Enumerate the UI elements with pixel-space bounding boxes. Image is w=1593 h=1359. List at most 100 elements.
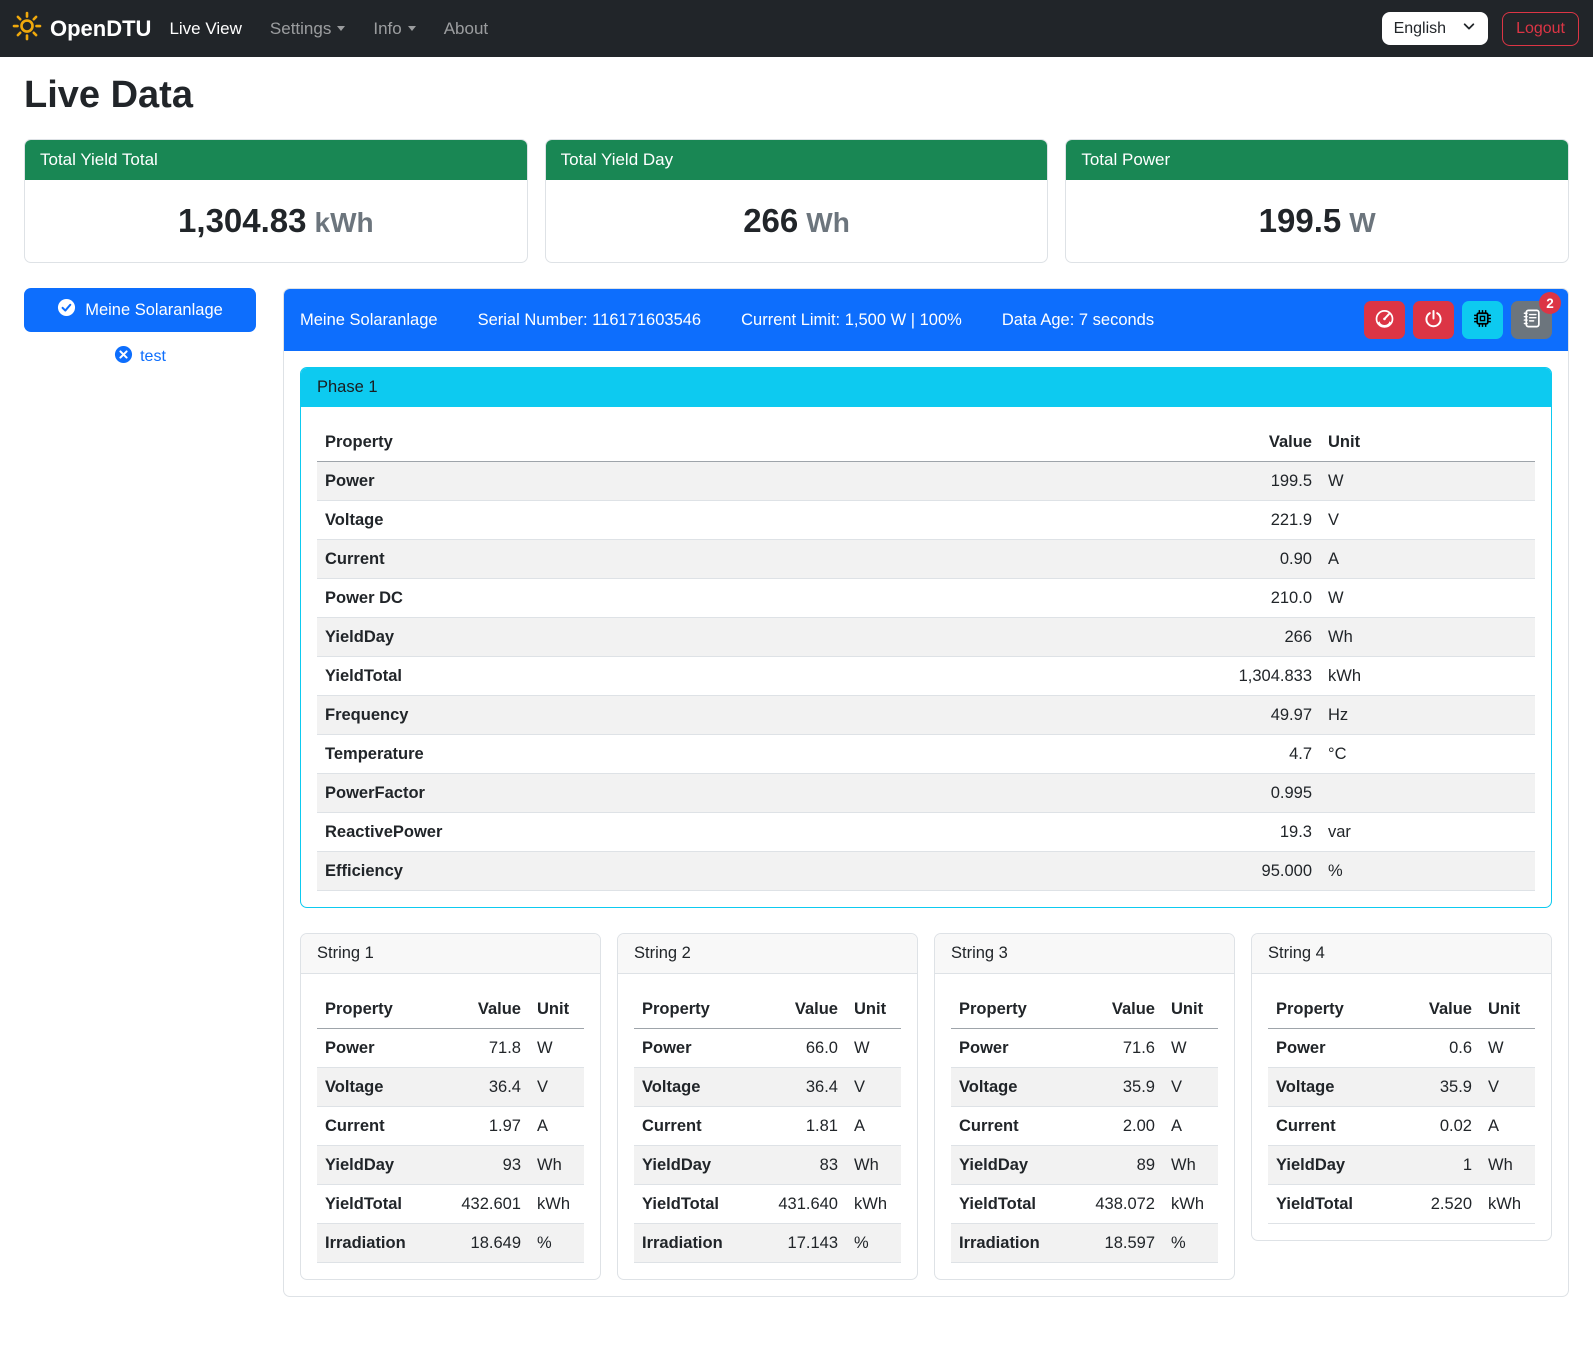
property-cell: YieldTotal — [951, 1185, 1068, 1224]
column-value: Value — [1068, 990, 1163, 1029]
string-table-body: Power71.6WVoltage35.9VCurrent2.00AYieldD… — [951, 1029, 1218, 1263]
inverter-selected-label: Meine Solaranlage — [85, 301, 223, 320]
chevron-down-icon — [337, 26, 345, 31]
table-row: YieldDay89Wh — [951, 1146, 1218, 1185]
summary-card-total-power: Total Power 199.5W — [1065, 139, 1569, 263]
table-header-row: Property Value Unit — [634, 990, 901, 1029]
table-row: YieldTotal432.601kWh — [317, 1185, 584, 1224]
summary-value: 266 — [743, 202, 798, 239]
property-cell: Current — [951, 1107, 1068, 1146]
unit-cell: A — [846, 1107, 901, 1146]
property-cell: Current — [317, 540, 1170, 579]
summary-unit: kWh — [315, 207, 374, 238]
string-card-body: Property Value Unit Power0.6WVoltage35.9… — [1252, 974, 1551, 1240]
table-row: YieldDay266Wh — [317, 618, 1535, 657]
property-cell: Irradiation — [951, 1224, 1068, 1263]
summary-card-body: 1,304.83kWh — [25, 180, 527, 262]
value-cell: 71.6 — [1068, 1029, 1163, 1068]
table-row: Temperature4.7°C — [317, 735, 1535, 774]
summary-card-total-yield-day: Total Yield Day 266Wh — [545, 139, 1049, 263]
device-info-button[interactable] — [1462, 301, 1503, 339]
brand[interactable]: OpenDTU — [12, 11, 151, 46]
language-select-value: English — [1394, 20, 1446, 38]
property-cell: Voltage — [634, 1068, 751, 1107]
value-cell: 1.97 — [434, 1107, 529, 1146]
unit-cell: % — [1163, 1224, 1218, 1263]
summary-card-body: 266 Wh — [546, 180, 1048, 262]
inverter-panel: Meine Solaranlage Serial Number: 1161716… — [283, 288, 1569, 1297]
string-card-body: Property Value Unit Power66.0WVoltage36.… — [618, 974, 917, 1279]
string-table: Property Value Unit Power0.6WVoltage35.9… — [1268, 990, 1535, 1224]
unit-cell: V — [846, 1068, 901, 1107]
string-table-head: Property Value Unit — [951, 990, 1218, 1029]
property-cell: Power — [951, 1029, 1068, 1068]
inverter-actions: 2 — [1364, 301, 1552, 339]
column-unit: Unit — [1320, 423, 1535, 462]
property-cell: YieldTotal — [1268, 1185, 1385, 1224]
property-cell: Current — [1268, 1107, 1385, 1146]
summary-unit: Wh — [806, 207, 850, 238]
table-row: Current2.00A — [951, 1107, 1218, 1146]
property-cell: Voltage — [1268, 1068, 1385, 1107]
table-header-row: Property Value Unit — [951, 990, 1218, 1029]
property-cell: Current — [634, 1107, 751, 1146]
value-cell: 432.601 — [434, 1185, 529, 1224]
power-icon — [1423, 308, 1444, 332]
value-cell: 210.0 — [1170, 579, 1320, 618]
table-row: PowerFactor0.995 — [317, 774, 1535, 813]
property-cell: YieldDay — [317, 1146, 434, 1185]
power-button[interactable] — [1413, 301, 1454, 339]
inverter-limit: Current Limit: 1,500 W | 100% — [741, 311, 962, 330]
brand-name: OpenDTU — [50, 16, 151, 42]
content-row: Meine Solaranlage test Meine Solaranlage… — [24, 288, 1569, 1297]
string-table: Property Value Unit Power71.8WVoltage36.… — [317, 990, 584, 1263]
logout-button[interactable]: Logout — [1502, 12, 1579, 46]
language-select[interactable]: English — [1382, 12, 1488, 45]
summary-card-body: 199.5W — [1066, 180, 1568, 262]
property-cell: Frequency — [317, 696, 1170, 735]
unit-cell — [1320, 774, 1535, 813]
value-cell: 93 — [434, 1146, 529, 1185]
sun-logo-icon — [12, 11, 42, 46]
nav-item-about[interactable]: About — [444, 19, 488, 39]
unit-cell: W — [846, 1029, 901, 1068]
value-cell: 35.9 — [1385, 1068, 1480, 1107]
table-row: Irradiation17.143% — [634, 1224, 901, 1263]
page-container: Live Data Total Yield Total 1,304.83kWh … — [0, 74, 1593, 1321]
table-row: YieldTotal431.640kWh — [634, 1185, 901, 1224]
property-cell: ReactivePower — [317, 813, 1170, 852]
value-cell: 17.143 — [751, 1224, 846, 1263]
inverter-selected-button[interactable]: Meine Solaranlage — [24, 288, 256, 332]
limit-settings-button[interactable] — [1364, 301, 1405, 339]
unit-cell: kWh — [1163, 1185, 1218, 1224]
value-cell: 66.0 — [751, 1029, 846, 1068]
string-card-title: String 2 — [618, 934, 917, 974]
value-cell: 36.4 — [434, 1068, 529, 1107]
x-circle-icon — [114, 345, 133, 369]
phase-table-head: Property Value Unit — [317, 423, 1535, 462]
table-row: Voltage35.9V — [951, 1068, 1218, 1107]
value-cell: 1,304.833 — [1170, 657, 1320, 696]
nav-item-live-view[interactable]: Live View — [169, 19, 241, 39]
unit-cell: Hz — [1320, 696, 1535, 735]
column-property: Property — [951, 990, 1068, 1029]
value-cell: 0.995 — [1170, 774, 1320, 813]
table-row: Current1.81A — [634, 1107, 901, 1146]
cpu-icon — [1472, 308, 1493, 332]
event-log-button[interactable]: 2 — [1511, 301, 1552, 339]
table-row: Efficiency95.000% — [317, 852, 1535, 891]
unit-cell: kWh — [1480, 1185, 1535, 1224]
nav-item-settings[interactable]: Settings — [270, 19, 345, 39]
inverter-item-test[interactable]: test — [114, 345, 166, 369]
unit-cell: A — [1480, 1107, 1535, 1146]
value-cell: 431.640 — [751, 1185, 846, 1224]
string-table: Property Value Unit Power71.6WVoltage35.… — [951, 990, 1218, 1263]
inverter-panel-header: Meine Solaranlage Serial Number: 1161716… — [284, 289, 1568, 351]
property-cell: YieldDay — [634, 1146, 751, 1185]
value-cell: 1.81 — [751, 1107, 846, 1146]
string-card-title: String 3 — [935, 934, 1234, 974]
property-cell: Temperature — [317, 735, 1170, 774]
speedometer-icon — [1374, 308, 1395, 332]
value-cell: 83 — [751, 1146, 846, 1185]
nav-item-info[interactable]: Info — [373, 19, 415, 39]
